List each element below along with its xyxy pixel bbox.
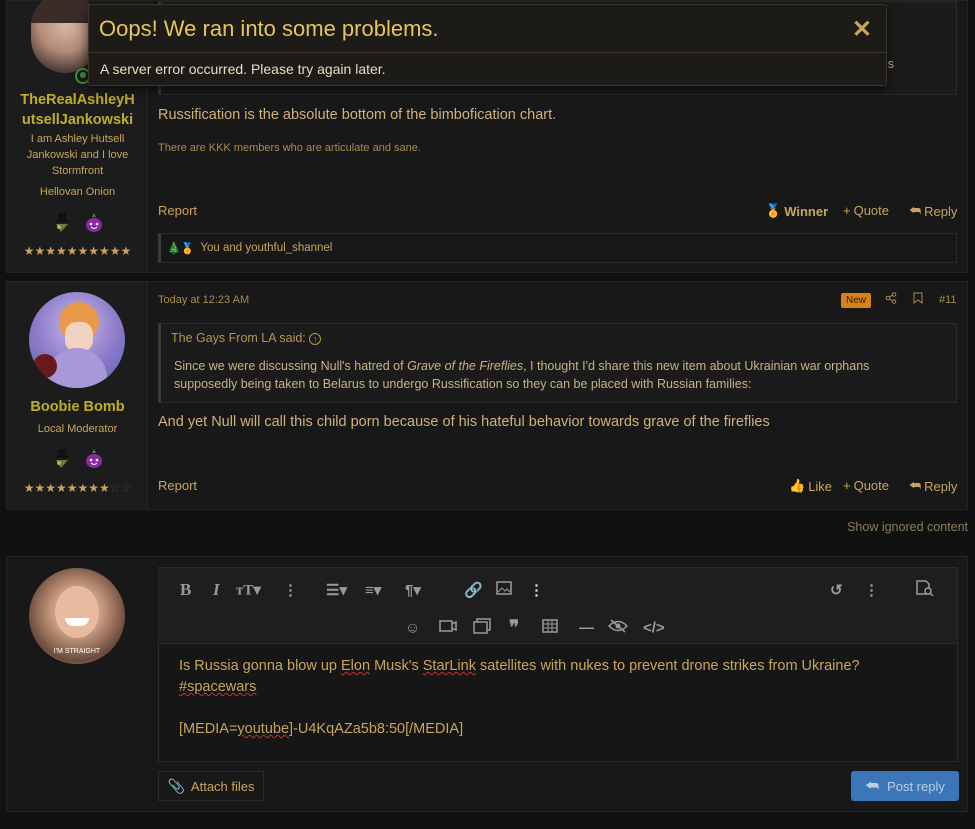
rating-stars: ★★★★★★★★★★ (23, 244, 132, 258)
username[interactable]: TheRealAshleyH utsellJankowski (7, 90, 148, 130)
post-message: Russification is the absolute bottom of … (158, 107, 557, 123)
rich-text-editor[interactable]: B I тT▾ ⋮ ☰▾ ≡▾ ¶▾ 🔗 ⋮ ↺ ⋮ ☺ ❞ — </> Is … (158, 567, 958, 762)
user-title: Local Moderator (37, 423, 118, 435)
code-icon[interactable]: </> (643, 619, 665, 636)
avatar-caption: I'M STRAIGHT (53, 648, 101, 655)
quote-tail-text: s (887, 57, 894, 71)
user-banner: Hellovan Onion (39, 186, 116, 198)
post-reply-button[interactable]: ⮪ Post reply (851, 771, 959, 801)
bold-button[interactable]: B (180, 580, 191, 600)
username[interactable]: Boobie Bomb (7, 397, 148, 417)
post-number[interactable]: #11 (939, 294, 957, 306)
reaction-icons: 🎄🏅 (167, 242, 195, 255)
error-message: A server error occurred. Please try agai… (100, 61, 386, 77)
trophy-row (7, 447, 148, 469)
trophy-row (7, 211, 148, 233)
editor-toolbar-row2: ☺ ❞ — </> (159, 612, 957, 644)
post-2: Boobie Bomb Local Moderator ★★★★★★★★☆☆ T… (6, 281, 968, 510)
user-info-2: Boobie Bomb Local Moderator ★★★★★★★★☆☆ (7, 282, 148, 509)
insert-video-icon[interactable] (439, 619, 457, 637)
text-size-dropdown[interactable]: тT▾ (236, 581, 261, 600)
quote-button[interactable]: + Quote (843, 203, 889, 218)
table-icon[interactable] (542, 618, 558, 637)
reactions-text: You and youthful_shannel (200, 242, 333, 254)
share-icon[interactable] (885, 292, 897, 307)
paragraph-dropdown[interactable]: ¶▾ (405, 581, 421, 599)
spoiler-icon[interactable] (607, 618, 629, 637)
preview-icon[interactable] (916, 580, 934, 600)
post-content-2: Today at 12:23 AM New #11 The Gays From … (158, 282, 957, 509)
new-badge: New (841, 293, 872, 308)
report-link[interactable]: Report (158, 203, 197, 218)
reply-arrow-icon: ⮪ (909, 478, 922, 493)
more-insert-options-icon[interactable]: ⋮ (529, 581, 544, 599)
quote-icon[interactable]: ❞ (509, 616, 519, 639)
emoji-icon[interactable]: ☺ (405, 619, 420, 636)
winner-reaction-button[interactable]: 🏅 Winner (765, 203, 828, 219)
more-text-options-icon[interactable]: ⋮ (283, 581, 298, 599)
undo-icon[interactable]: ↺ (830, 581, 843, 599)
quote-block: The Gays From LA said: ↑ Since we were d… (158, 323, 957, 403)
editor-content[interactable]: Is Russia gonna blow up Elon Musk's Star… (179, 656, 937, 740)
horizontal-line-icon[interactable]: — (579, 619, 594, 636)
align-dropdown[interactable]: ≡▾ (365, 581, 381, 599)
reply-arrow-icon: ⮪ (909, 203, 922, 218)
user-title: I am Ashley Hutsell Jankowski and I love… (26, 133, 129, 177)
hat-trophy-icon[interactable] (51, 211, 73, 233)
error-notice: Oops! We ran into some problems. ✕ A ser… (88, 4, 887, 86)
divider (89, 52, 886, 53)
avatar[interactable]: I'M STRAIGHT (29, 568, 125, 664)
onion-icon[interactable] (83, 211, 105, 233)
signature: There are KKK members who are articulate… (158, 142, 421, 154)
onion-icon[interactable] (83, 447, 105, 469)
quote-header[interactable]: The Gays From LA said: ↑ (171, 331, 322, 345)
editor-toolbar: B I тT▾ ⋮ ☰▾ ≡▾ ¶▾ 🔗 ⋮ ↺ ⋮ (159, 568, 957, 612)
paperclip-icon: 📎 (167, 777, 185, 794)
reply-form: I'M STRAIGHT B I тT▾ ⋮ ☰▾ ≡▾ ¶▾ 🔗 ⋮ ↺ ⋮ … (6, 556, 968, 812)
quote-body: Since we were discussing Null's hatred o… (174, 359, 870, 391)
hat-trophy-icon[interactable] (51, 447, 73, 469)
bookmark-icon[interactable] (913, 292, 923, 307)
reactions-bar[interactable]: 🎄🏅 You and youthful_shannel (158, 233, 957, 263)
more-options-icon[interactable]: ⋮ (864, 581, 879, 599)
image-icon[interactable] (496, 581, 512, 599)
show-ignored-content-link[interactable]: Show ignored content (847, 520, 968, 534)
arrow-up-circle-icon[interactable]: ↑ (309, 333, 322, 345)
close-icon[interactable]: ✕ (852, 15, 872, 44)
thumbs-up-icon: 👍 (789, 478, 806, 493)
plus-icon: + (843, 203, 851, 218)
post-message: And yet Null will call this child porn b… (158, 414, 770, 430)
error-title: Oops! We ran into some problems. (99, 16, 439, 41)
post-date[interactable]: Today at 12:23 AM (158, 294, 249, 306)
quote-button[interactable]: + Quote (843, 478, 889, 493)
medal-icon: 🏅 (765, 203, 782, 218)
gallery-icon[interactable] (473, 617, 491, 638)
link-icon[interactable]: 🔗 (464, 581, 483, 599)
reply-button[interactable]: ⮪ Reply (909, 478, 957, 494)
like-button[interactable]: 👍 Like (789, 478, 832, 494)
reply-arrow-icon: ⮪ (865, 777, 880, 795)
list-dropdown[interactable]: ☰▾ (326, 581, 347, 599)
italic-button[interactable]: I (213, 580, 220, 600)
avatar[interactable] (29, 292, 125, 388)
rating-stars: ★★★★★★★★☆☆ (23, 481, 132, 495)
reply-button[interactable]: ⮪ Reply (909, 203, 957, 219)
report-link[interactable]: Report (158, 478, 197, 493)
plus-icon: + (843, 478, 851, 493)
attach-files-button[interactable]: 📎 Attach files (158, 771, 264, 801)
